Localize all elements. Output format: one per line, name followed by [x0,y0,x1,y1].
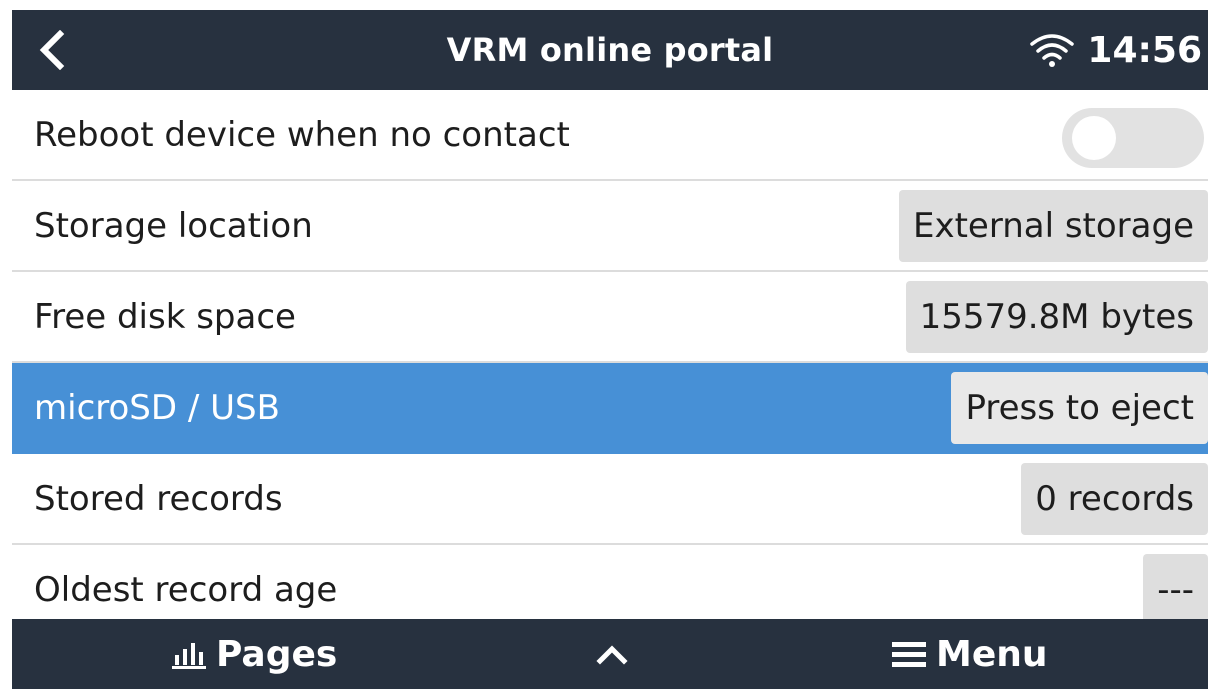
status-area: 14:56 [1029,10,1202,90]
menu-label: Menu [936,633,1048,675]
clock: 14:56 [1087,29,1202,71]
row-label: Reboot device when no contact [34,114,570,155]
top-bar: VRM online portal 14:56 [12,10,1208,90]
row-label: Stored records [34,478,283,519]
bar-chart-icon [172,643,206,669]
hamburger-menu-icon [892,642,926,667]
row-label: Oldest record age [34,569,338,610]
bottom-bar: Pages Menu [12,619,1208,689]
oldest-record-age-value: --- [1143,554,1208,626]
row-reboot-device[interactable]: Reboot device when no contact [12,90,1208,181]
chevron-up-icon [596,645,628,665]
row-stored-records[interactable]: Stored records 0 records [12,454,1208,545]
stored-records-value: 0 records [1021,463,1208,535]
toggle-knob [1072,116,1116,160]
pages-label: Pages [216,633,338,675]
storage-location-value[interactable]: External storage [898,190,1208,262]
app-frame: VRM online portal 14:56 Reboot device wh… [12,10,1208,689]
pages-button[interactable]: Pages [172,619,337,689]
row-microsd-usb[interactable]: microSD / USB Press to eject [12,363,1208,454]
free-disk-space-value: 15579.8M bytes [905,281,1208,353]
wifi-icon [1030,34,1075,67]
row-free-disk-space[interactable]: Free disk space 15579.8M bytes [12,272,1208,363]
eject-button[interactable]: Press to eject [951,372,1208,444]
scroll-up-button[interactable] [596,619,628,689]
row-label: Storage location [34,205,313,246]
menu-button[interactable]: Menu [892,619,1048,689]
reboot-toggle[interactable] [1062,108,1204,168]
row-storage-location[interactable]: Storage location External storage [12,181,1208,272]
settings-list: Reboot device when no contact Storage lo… [12,90,1208,636]
row-label: Free disk space [34,296,296,337]
row-label: microSD / USB [34,387,280,428]
